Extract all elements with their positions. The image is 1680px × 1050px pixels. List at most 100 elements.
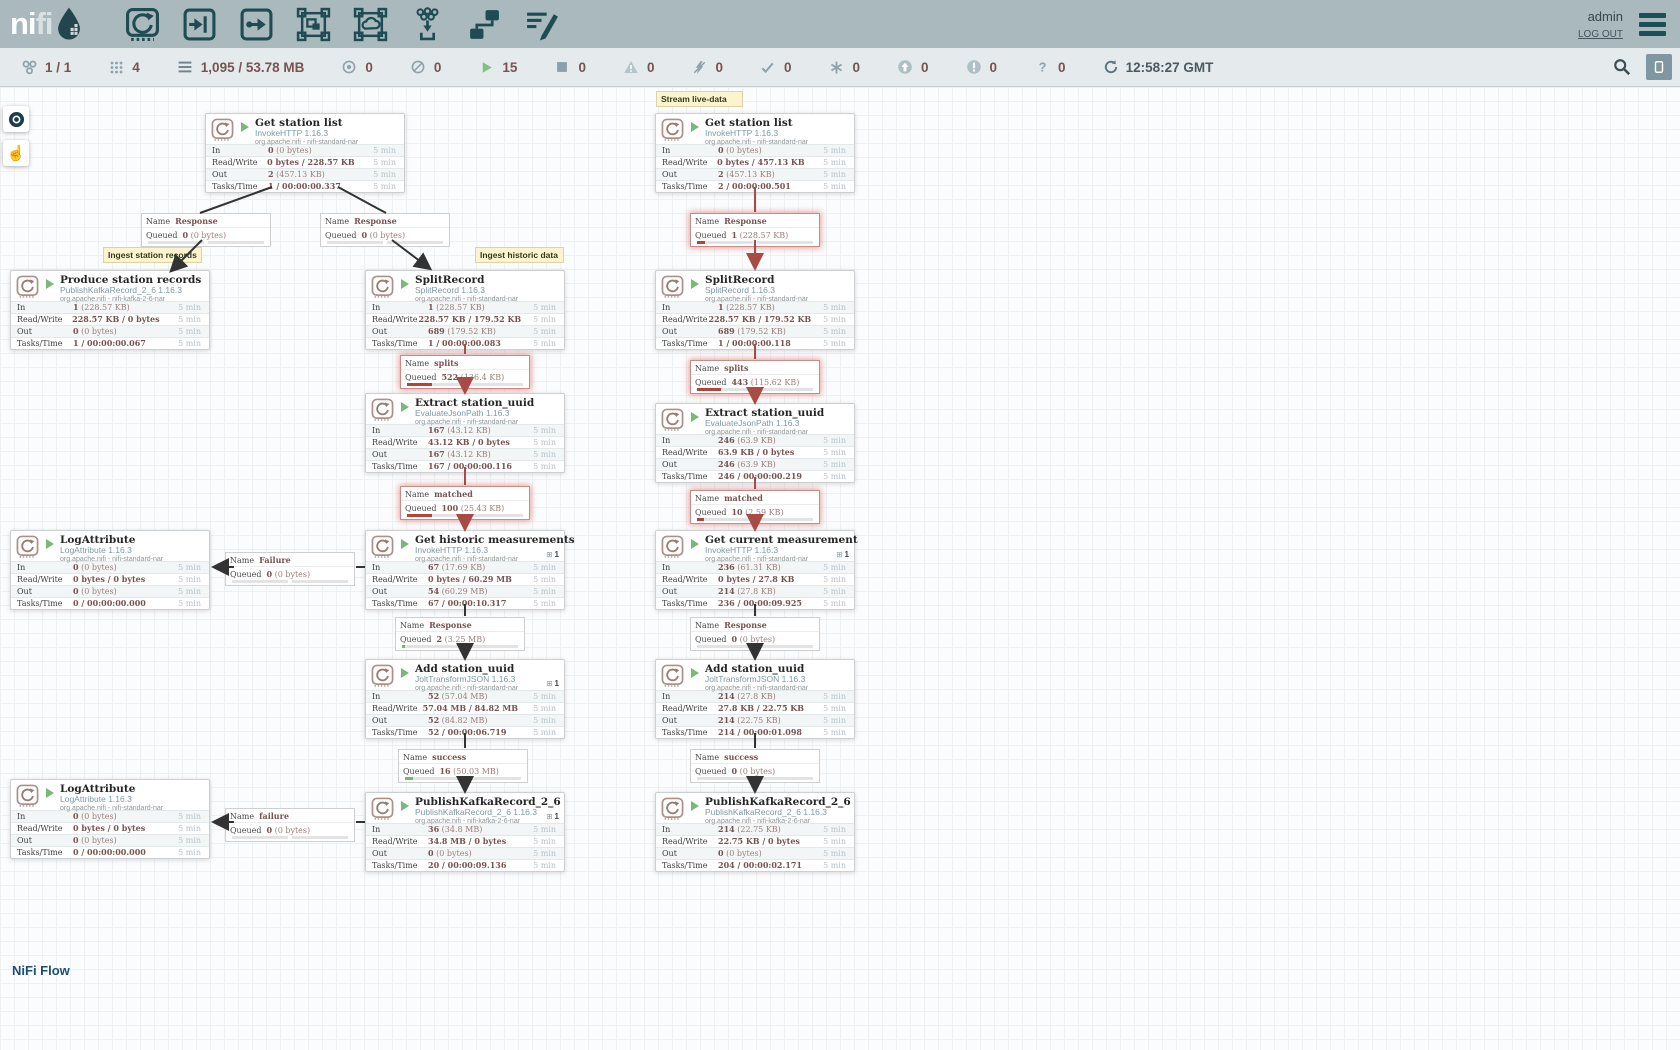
operate-palette-button[interactable]: ☝	[3, 140, 29, 166]
stat-window: 5 min	[159, 847, 209, 858]
stat-window: 5 min	[804, 598, 854, 609]
connection-label[interactable]: NameResponse Queued0 (0 bytes)	[320, 213, 450, 247]
remote-process-group-icon[interactable]	[353, 7, 388, 42]
connection-queued-key: Queued	[695, 635, 726, 644]
processor[interactable]: Get current measurement InvokeHTTP 1.16.…	[655, 530, 855, 610]
stat-label: Out	[656, 326, 718, 337]
connection-label[interactable]: NameResponse Queued1 (228.57 KB)	[690, 213, 820, 247]
running-icon	[477, 58, 495, 76]
processor[interactable]: Extract station_uuid EvaluateJsonPath 1.…	[655, 403, 855, 483]
processor-stat-row: Out 0 (0 bytes) 5 min	[366, 847, 564, 859]
connection-label[interactable]: Namematched Queued100 (25.43 KB)	[400, 486, 530, 520]
process-group-icon[interactable]	[296, 7, 331, 42]
template-icon[interactable]	[467, 7, 502, 42]
processor[interactable]: Get historic measurements InvokeHTTP 1.1…	[365, 530, 565, 610]
stat-window: 5 min	[514, 715, 564, 726]
processor-stat-row: Read/Write 27.8 KB / 22.75 KB 5 min	[656, 702, 854, 714]
status-count: 0	[784, 60, 792, 75]
processor[interactable]: Extract station_uuid EvaluateJsonPath 1.…	[365, 393, 565, 473]
processor[interactable]: LogAttribute LogAttribute 1.16.3 org.apa…	[10, 530, 210, 610]
connection-name: splits	[724, 363, 748, 373]
locally-modified-stale-icon	[965, 58, 983, 76]
stat-label: Out	[206, 169, 268, 180]
queue-count-bar	[405, 777, 461, 780]
logout-link[interactable]: LOG OUT	[1578, 28, 1623, 41]
stat-label: Out	[11, 835, 73, 846]
processor[interactable]: Produce station records PublishKafkaReco…	[10, 270, 210, 350]
stat-label: Read/Write	[366, 703, 423, 714]
processor-stat-row: Tasks/Time 204 / 00:00:02.171 5 min	[656, 859, 854, 871]
stat-label: Read/Write	[656, 836, 718, 847]
connection-label[interactable]: Namematched Queued10 (2.59 KB)	[690, 490, 820, 524]
running-status-icon	[46, 539, 54, 549]
last-refresh[interactable]: 12:58:27 GMT	[1102, 58, 1214, 76]
status-count: 4	[132, 60, 140, 75]
processor[interactable]: LogAttribute LogAttribute 1.16.3 org.apa…	[10, 779, 210, 859]
processor[interactable]: Get station list InvokeHTTP 1.16.3 org.a…	[655, 113, 855, 193]
stat-label: Tasks/Time	[656, 860, 718, 871]
processor-stat-row: Tasks/Time 1 / 00:00:00.118 5 min	[656, 337, 854, 349]
stat-label: Read/Write	[11, 314, 72, 325]
processor[interactable]: SplitRecord SplitRecord 1.16.3 org.apach…	[365, 270, 565, 350]
search-icon[interactable]	[1610, 55, 1634, 79]
connection-queued-size: (50.03 MB)	[451, 767, 499, 776]
stat-value: 214 / 00:00:01.098	[718, 727, 804, 738]
connection-label[interactable]: NameFailure Queued0 (0 bytes)	[225, 552, 355, 586]
connection-label[interactable]: Namefailure Queued0 (0 bytes)	[225, 808, 355, 842]
navigate-palette-button[interactable]	[3, 106, 29, 132]
connection-label[interactable]: Namesplits Queued522 (136.4 KB)	[400, 355, 530, 389]
canvas-label[interactable]: Ingest station records	[103, 247, 202, 263]
sync-failure-icon: ?	[1033, 58, 1051, 76]
label-icon[interactable]	[524, 7, 559, 42]
connection-label[interactable]: NameResponse Queued0 (0 bytes)	[690, 617, 820, 651]
stat-window: 5 min	[514, 461, 564, 472]
processor[interactable]: PublishKafkaRecord_2_6 PublishKafkaRecor…	[655, 792, 855, 872]
canvas-label[interactable]: Stream live-data	[656, 91, 743, 107]
processor-stat-row: Read/Write 0 bytes / 457.13 KB 5 min	[656, 156, 854, 168]
connection-name-key: Name	[695, 217, 719, 226]
processor[interactable]: SplitRecord SplitRecord 1.16.3 org.apach…	[655, 270, 855, 350]
processor[interactable]: PublishKafkaRecord_2_6 PublishKafkaRecor…	[365, 792, 565, 872]
stat-window: 5 min	[804, 447, 854, 458]
locally-modified-icon	[828, 58, 846, 76]
input-port-icon[interactable]	[182, 7, 217, 42]
funnel-icon[interactable]	[410, 7, 445, 42]
transmitting-icon	[340, 58, 358, 76]
processor-icon[interactable]	[125, 7, 160, 42]
flow-canvas[interactable]: ☝ NiFi Flow Stream live-data Ingest stati…	[0, 87, 1680, 1050]
processor[interactable]: Get station list InvokeHTTP 1.16.3 org.a…	[205, 113, 405, 193]
svg-text:?: ?	[1038, 60, 1046, 75]
processor[interactable]: Add station_uuid JoltTransformJSON 1.16.…	[365, 659, 565, 739]
status-item: 0	[622, 58, 655, 76]
stat-window: 5 min	[159, 598, 209, 609]
processor-stat-row: Tasks/Time 2 / 00:00:00.501 5 min	[656, 180, 854, 192]
queue-size-bar	[465, 777, 521, 780]
canvas-label[interactable]: Ingest historic data	[475, 247, 564, 263]
processor-stat-row: Tasks/Time 0 / 00:00:00.000 5 min	[11, 846, 209, 858]
panel-toggle-button[interactable]	[1646, 54, 1672, 80]
status-item: 0	[340, 58, 373, 76]
queue-size-bar	[757, 518, 813, 521]
status-count: 0	[434, 60, 442, 75]
breadcrumb[interactable]: NiFi Flow	[12, 963, 70, 978]
stat-value: 689 (179.52 KB)	[718, 326, 804, 337]
connection-label[interactable]: NameResponse Queued0 (0 bytes)	[141, 213, 271, 247]
refresh-icon[interactable]	[1102, 58, 1120, 76]
stat-window: 5 min	[804, 848, 854, 859]
processor-bundle: org.apache.nifi - nifi-kafka-2-6-nar	[415, 818, 564, 826]
output-port-icon[interactable]	[239, 7, 274, 42]
processor[interactable]: Add station_uuid JoltTransformJSON 1.16.…	[655, 659, 855, 739]
status-count: 1 / 1	[45, 60, 71, 75]
status-item: 0	[553, 58, 586, 76]
processor-stat-row: Out 214 (22.75 KB) 5 min	[656, 714, 854, 726]
stat-value: 689 (179.52 KB)	[428, 326, 514, 337]
stat-value: 0 (0 bytes)	[718, 848, 804, 859]
queue-size-bar	[757, 777, 813, 780]
stat-value: 2 (457.13 KB)	[268, 169, 354, 180]
connection-label[interactable]: Namesplits Queued443 (115.62 KB)	[690, 360, 820, 394]
global-menu-button[interactable]	[1637, 11, 1668, 38]
connection-label[interactable]: Namesuccess Queued16 (50.03 MB)	[398, 749, 528, 783]
connection-label[interactable]: NameResponse Queued2 (3.25 MB)	[395, 617, 525, 651]
stat-window: 5 min	[804, 471, 854, 482]
connection-label[interactable]: Namesuccess Queued0 (0 bytes)	[690, 749, 820, 783]
